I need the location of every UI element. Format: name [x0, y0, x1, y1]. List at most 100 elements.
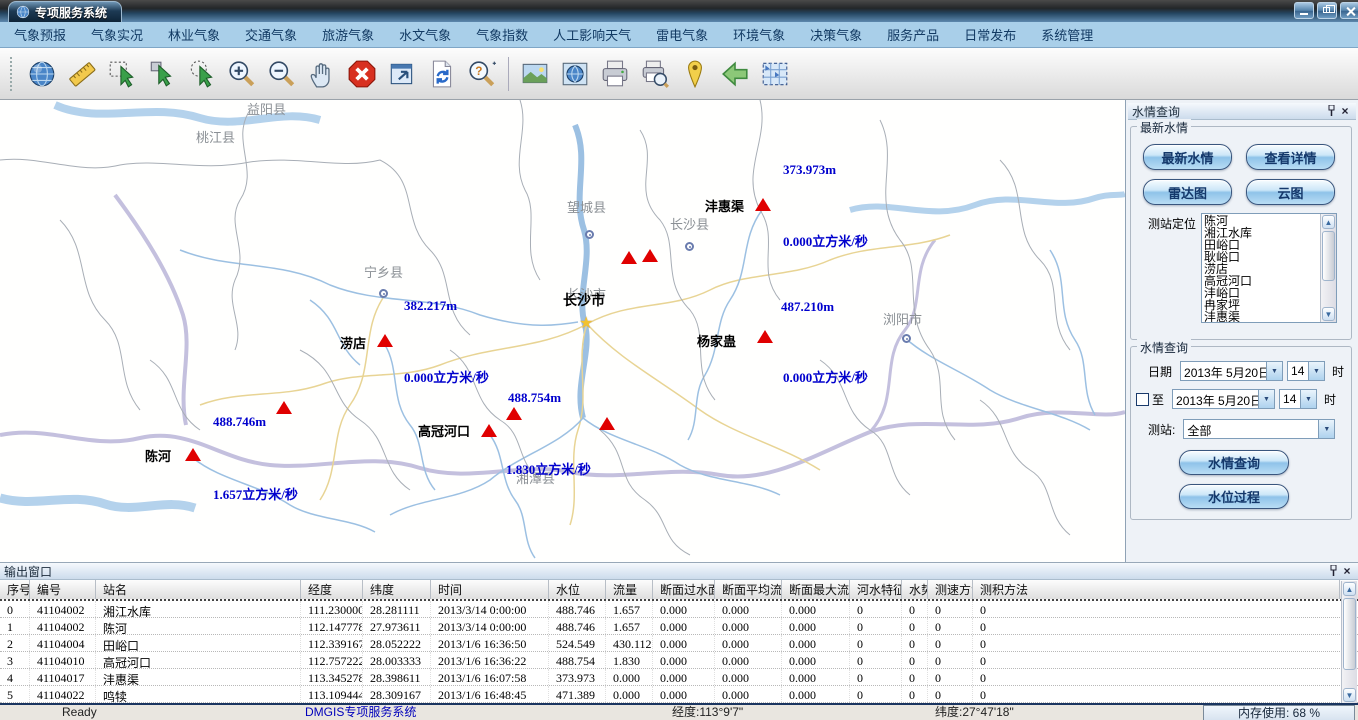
map-view[interactable]: 益阳县桃江县望城县长沙县宁乡县长沙市浏阳市湘潭县 沣惠渠涝店杨家蛊高冠河口陈河 … — [0, 100, 1125, 562]
dropdown-icon[interactable]: ▼ — [1300, 390, 1316, 408]
station-triangle-marker[interactable] — [481, 424, 497, 437]
column-header[interactable]: 测积方法 — [973, 580, 1340, 599]
zoom-in-tool-button[interactable] — [222, 54, 262, 94]
table-row[interactable]: 6 41104024 库峪口 113.222778 28.232853 2013… — [0, 703, 1358, 704]
pan-tool-button[interactable] — [302, 54, 342, 94]
menu-item[interactable]: 决策气象 — [810, 25, 862, 44]
column-header[interactable]: 流量 — [606, 580, 653, 599]
image-export-tool-button[interactable] — [515, 54, 555, 94]
scroll-thumb[interactable] — [1343, 598, 1356, 670]
station-triangle-marker[interactable] — [755, 198, 771, 211]
column-header[interactable]: 断面平均流 — [715, 580, 782, 599]
column-header[interactable]: 时间 — [431, 580, 549, 599]
dropdown-icon[interactable]: ▼ — [1308, 362, 1324, 380]
station-triangle-marker[interactable] — [599, 417, 615, 430]
pin-icon[interactable] — [1326, 564, 1340, 578]
placemark-tool-button[interactable] — [675, 54, 715, 94]
column-header[interactable]: 河水特征码 — [850, 580, 902, 599]
menu-item[interactable]: 气象实况 — [91, 25, 143, 44]
close-panel-icon[interactable]: × — [1338, 104, 1352, 118]
scroll-down-icon[interactable]: ▼ — [1343, 688, 1356, 702]
select-circle-tool-button[interactable] — [182, 54, 222, 94]
column-header[interactable]: 站名 — [96, 580, 301, 599]
station-triangle-marker[interactable] — [506, 407, 522, 420]
full-extent-tool-button[interactable] — [382, 54, 422, 94]
column-header[interactable]: 序号 — [0, 580, 30, 599]
station-triangle-marker[interactable] — [276, 401, 292, 414]
station-triangle-marker[interactable] — [621, 251, 637, 264]
menu-item[interactable]: 水文气象 — [399, 25, 451, 44]
menu-item[interactable]: 系统管理 — [1041, 25, 1093, 44]
column-header[interactable]: 纬度 — [363, 580, 431, 599]
station-listbox[interactable]: 陈河湘江水库田峪口耿峪口涝店高冠河口沣峪口冉家坪沣惠渠 ▲ ▼ — [1201, 213, 1337, 323]
identify-tool-button[interactable]: ? — [462, 54, 502, 94]
measure-tool-button[interactable] — [62, 54, 102, 94]
menu-item[interactable]: 气象指数 — [476, 25, 528, 44]
water-level-button[interactable]: 水位过程 — [1179, 484, 1289, 509]
menu-item[interactable]: 气象预报 — [14, 25, 66, 44]
water-query-button[interactable]: 水情查询 — [1179, 450, 1289, 475]
world-image-tool-button[interactable] — [555, 54, 595, 94]
column-header[interactable]: 测速方法 — [928, 580, 973, 599]
table-row[interactable]: 4 41104017 沣惠渠 113.345278 28.398611 2013… — [0, 669, 1358, 686]
table-row[interactable]: 1 41104002 陈河 112.147778 27.973611 2013/… — [0, 618, 1358, 635]
column-header[interactable]: 经度 — [301, 580, 363, 599]
table-row[interactable]: 5 41104022 鸣犊 113.109444 28.309167 2013/… — [0, 686, 1358, 703]
radar-chart-button[interactable]: 雷达图 — [1143, 179, 1232, 205]
menu-item[interactable]: 交通气象 — [245, 25, 297, 44]
pin-icon[interactable] — [1324, 104, 1338, 118]
dropdown-icon[interactable]: ▼ — [1266, 362, 1282, 380]
column-header[interactable]: 断面过水面 — [653, 580, 715, 599]
select-area-tool-button[interactable] — [102, 54, 142, 94]
scroll-up-icon[interactable]: ▲ — [1343, 582, 1356, 596]
table-scrollbar[interactable]: ▲ ▼ — [1341, 581, 1357, 703]
select-tool-button[interactable] — [142, 54, 182, 94]
globe-tool-button[interactable] — [22, 54, 62, 94]
view-details-button[interactable]: 查看详情 — [1246, 144, 1335, 170]
close-panel-icon[interactable]: × — [1340, 564, 1354, 578]
menu-item[interactable]: 服务产品 — [887, 25, 939, 44]
station-list-item[interactable]: 沣惠渠 — [1204, 311, 1320, 322]
dropdown-icon[interactable]: ▼ — [1318, 420, 1334, 438]
toolbar-grip[interactable] — [10, 57, 14, 91]
scroll-up-icon[interactable]: ▲ — [1322, 215, 1335, 229]
menu-item[interactable]: 旅游气象 — [322, 25, 374, 44]
station-triangle-marker[interactable] — [185, 448, 201, 461]
date-from-combo[interactable]: 2013年 5月20日 ▼ — [1180, 361, 1283, 381]
stop-tool-button[interactable] — [342, 54, 382, 94]
station-combo[interactable]: 全部 ▼ — [1183, 419, 1335, 439]
print-preview-tool-button[interactable] — [635, 54, 675, 94]
station-triangle-marker[interactable] — [757, 330, 773, 343]
column-header[interactable]: 水位 — [549, 580, 606, 599]
menu-item[interactable]: 环境气象 — [733, 25, 785, 44]
restore-button[interactable] — [1317, 2, 1337, 19]
scroll-thumb[interactable] — [1322, 231, 1335, 281]
refresh-tool-button[interactable] — [422, 54, 462, 94]
table-row[interactable]: 3 41104010 高冠河口 112.757222 28.003333 201… — [0, 652, 1358, 669]
dropdown-icon[interactable]: ▼ — [1258, 390, 1274, 408]
column-header[interactable]: 编号 — [30, 580, 96, 599]
menu-item[interactable]: 雷电气象 — [656, 25, 708, 44]
scroll-down-icon[interactable]: ▼ — [1322, 307, 1335, 321]
listbox-scrollbar[interactable]: ▲ ▼ — [1320, 214, 1336, 322]
hour-from-combo[interactable]: 14 ▼ — [1287, 361, 1325, 381]
print-tool-button[interactable] — [595, 54, 635, 94]
cloud-chart-button[interactable]: 云图 — [1246, 179, 1335, 205]
menu-item[interactable]: 林业气象 — [168, 25, 220, 44]
latest-water-button[interactable]: 最新水情 — [1143, 144, 1232, 170]
zoom-out-tool-button[interactable] — [262, 54, 302, 94]
hour-to-combo[interactable]: 14 ▼ — [1279, 389, 1317, 409]
grid-map-tool-button[interactable] — [755, 54, 795, 94]
station-triangle-marker[interactable] — [642, 249, 658, 262]
menu-item[interactable]: 人工影响天气 — [553, 25, 631, 44]
minimize-button[interactable] — [1294, 2, 1314, 19]
date-to-combo[interactable]: 2013年 5月20日 ▼ — [1172, 389, 1275, 409]
close-button[interactable] — [1340, 2, 1358, 19]
table-row[interactable]: 2 41104004 田峪口 112.339167 28.052222 2013… — [0, 635, 1358, 652]
column-header[interactable]: 断面最大流 — [782, 580, 850, 599]
station-triangle-marker[interactable] — [377, 334, 393, 347]
table-row[interactable]: 0 41104002 湘江水库 111.230000 28.281111 201… — [0, 601, 1358, 618]
back-tool-button[interactable] — [715, 54, 755, 94]
to-date-checkbox[interactable] — [1136, 393, 1149, 406]
column-header[interactable]: 水势 — [902, 580, 928, 599]
